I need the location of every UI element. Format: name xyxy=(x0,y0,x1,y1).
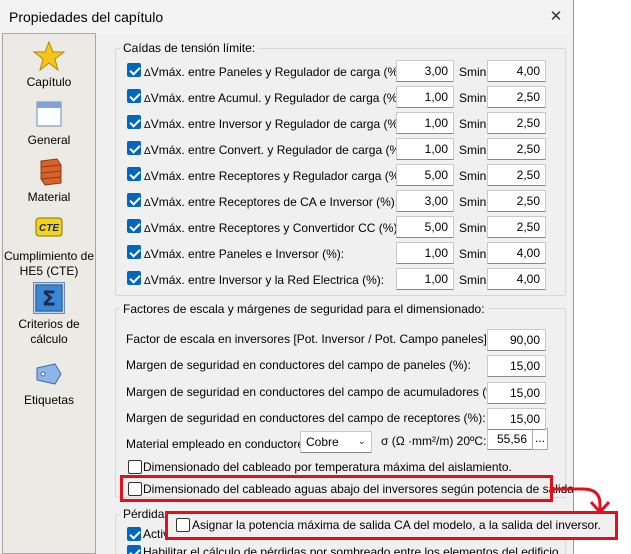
red-arrow-icon xyxy=(553,487,611,515)
